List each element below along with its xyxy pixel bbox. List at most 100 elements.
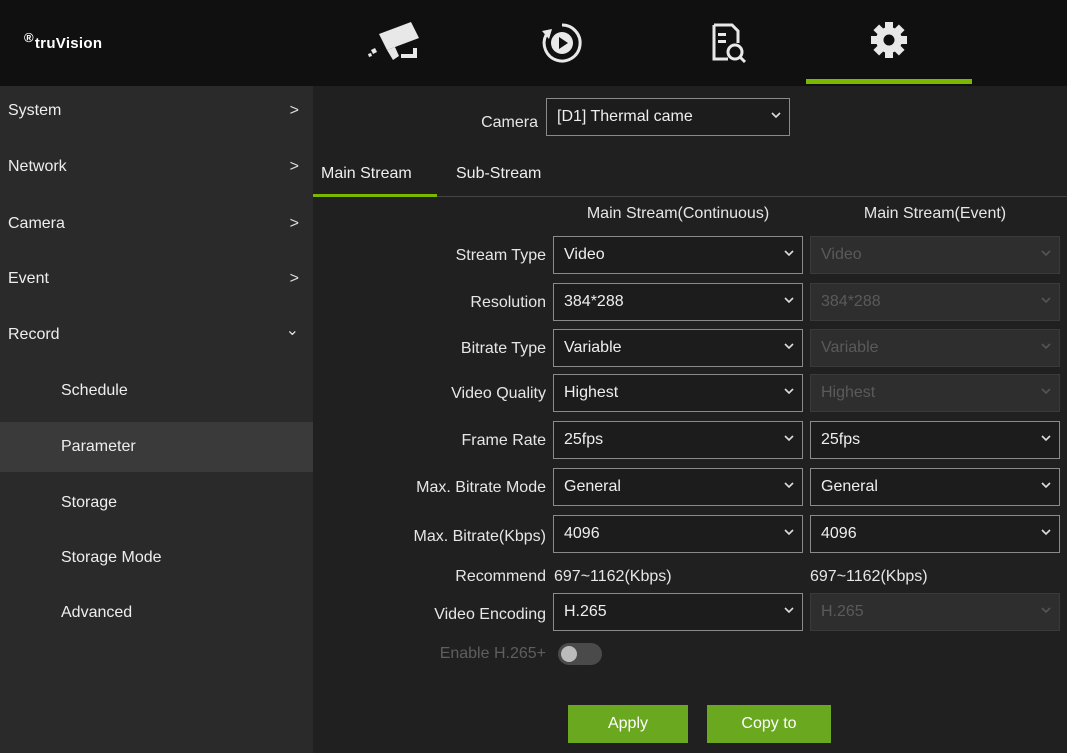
chevron-down-icon (1041, 388, 1051, 395)
select-value: General (821, 478, 878, 495)
frame-rate-event-select[interactable]: 25fps (810, 421, 1060, 459)
recommend-value-continuous: 697~1162(Kbps) (554, 568, 672, 585)
sidebar-item-network[interactable]: Network > (0, 142, 313, 192)
select-value: Video (821, 246, 862, 263)
sidebar-item-label: Storage (61, 494, 118, 511)
brand-logo: ®truVision (24, 30, 103, 52)
top-bar: ®truVision (0, 0, 1067, 86)
tab-main-stream[interactable]: Main Stream (321, 165, 412, 183)
chevron-down-icon (784, 388, 794, 395)
resolution-label: Resolution (470, 294, 546, 311)
select-value: [D1] Thermal came (557, 108, 693, 125)
sidebar-item-label: Network (8, 158, 67, 175)
max-bitrate-event-select[interactable]: 4096 (810, 515, 1060, 553)
select-value: 384*288 (821, 293, 881, 310)
select-value: H.265 (821, 603, 864, 620)
select-value: Highest (821, 384, 876, 401)
video-quality-event-select: Highest (810, 374, 1060, 412)
gear-icon (871, 21, 907, 58)
sidebar-item-storage-mode[interactable]: Storage Mode (0, 533, 313, 583)
nav-live-view[interactable] (313, 0, 479, 86)
chevron-right-icon: > (289, 215, 299, 232)
bitrate-type-event-select: Variable (810, 329, 1060, 367)
sidebar-item-storage[interactable]: Storage (0, 478, 313, 528)
chevron-down-icon (784, 607, 794, 614)
column-header-event: Main Stream(Event) (863, 205, 1007, 222)
frame-rate-label: Frame Rate (461, 432, 546, 449)
h265plus-label: Enable H.265+ (439, 645, 546, 662)
select-value: H.265 (564, 603, 607, 620)
select-value: General (564, 478, 621, 495)
camera-label: Camera (481, 114, 538, 131)
brand-name: truVision (34, 35, 103, 52)
select-value: 25fps (564, 431, 604, 448)
sidebar-item-label: Schedule (61, 382, 128, 399)
sidebar-item-event[interactable]: Event > (0, 254, 313, 304)
recommend-label: Recommend (455, 568, 546, 585)
nav-search[interactable] (645, 0, 811, 86)
resolution-select[interactable]: 384*288 (553, 283, 803, 321)
video-encoding-select[interactable]: H.265 (553, 593, 803, 631)
sidebar-item-camera[interactable]: Camera > (0, 199, 313, 249)
resolution-event-select: 384*288 (810, 283, 1060, 321)
sidebar-item-label: Event (8, 270, 49, 287)
bitrate-type-label: Bitrate Type (460, 340, 546, 357)
frame-rate-select[interactable]: 25fps (553, 421, 803, 459)
chevron-right-icon: > (289, 102, 299, 119)
sidebar-item-advanced[interactable]: Advanced (0, 588, 313, 638)
playback-icon (542, 23, 582, 63)
chevron-down-icon (784, 297, 794, 304)
video-quality-label: Video Quality (451, 385, 546, 402)
column-header-continuous: Main Stream(Continuous) (586, 205, 770, 222)
nav-playback[interactable] (479, 0, 645, 86)
main-panel: Camera [D1] Thermal came Main Stream Sub… (313, 86, 1067, 753)
max-bitrate-select[interactable]: 4096 (553, 515, 803, 553)
stream-type-select[interactable]: Video (553, 236, 803, 274)
nav-settings[interactable] (806, 0, 972, 84)
toggle-knob (561, 646, 577, 662)
bitrate-type-select[interactable]: Variable (553, 329, 803, 367)
sidebar-item-label: Parameter (61, 438, 136, 455)
select-value: 25fps (821, 431, 861, 448)
chevron-down-icon: ⌄ (285, 322, 299, 339)
select-value: 384*288 (564, 293, 624, 310)
h265plus-toggle[interactable] (558, 643, 602, 665)
stream-type-label: Stream Type (455, 247, 546, 264)
chevron-down-icon (771, 112, 781, 119)
camera-select[interactable]: [D1] Thermal came (546, 98, 790, 136)
chevron-down-icon (1041, 435, 1051, 442)
sidebar: System > Network > Camera > Event > Reco… (0, 86, 313, 753)
recommend-value-event: 697~1162(Kbps) (810, 568, 928, 585)
tab-sub-stream[interactable]: Sub-Stream (456, 165, 541, 183)
chevron-down-icon (784, 435, 794, 442)
select-value: Video (564, 246, 605, 263)
camera-icon (368, 22, 419, 60)
max-bitrate-mode-label: Max. Bitrate Mode (416, 479, 546, 496)
sidebar-item-label: Camera (8, 215, 65, 232)
select-value: Highest (564, 384, 619, 401)
sidebar-item-label: Record (8, 326, 60, 343)
max-bitrate-mode-select[interactable]: General (553, 468, 803, 506)
video-encoding-label: Video Encoding (434, 606, 546, 623)
chevron-down-icon (1041, 529, 1051, 536)
apply-button[interactable]: Apply (568, 705, 688, 743)
chevron-down-icon (1041, 343, 1051, 350)
copy-to-button[interactable]: Copy to (707, 705, 831, 743)
select-value: 4096 (564, 525, 600, 542)
sidebar-item-record[interactable]: Record ⌄ (0, 310, 313, 360)
sidebar-item-label: Storage Mode (61, 549, 162, 566)
chevron-down-icon (1041, 297, 1051, 304)
chevron-right-icon: > (289, 158, 299, 175)
video-encoding-event-select: H.265 (810, 593, 1060, 631)
sidebar-item-parameter[interactable]: Parameter (0, 422, 313, 472)
select-value: Variable (564, 339, 622, 356)
sidebar-item-system[interactable]: System > (0, 86, 313, 136)
chevron-down-icon (1041, 482, 1051, 489)
chevron-down-icon (784, 482, 794, 489)
sidebar-item-schedule[interactable]: Schedule (0, 366, 313, 416)
video-quality-select[interactable]: Highest (553, 374, 803, 412)
stream-type-event-select: Video (810, 236, 1060, 274)
max-bitrate-mode-event-select[interactable]: General (810, 468, 1060, 506)
sidebar-item-label: Advanced (61, 604, 133, 621)
sidebar-item-label: System (8, 102, 62, 119)
